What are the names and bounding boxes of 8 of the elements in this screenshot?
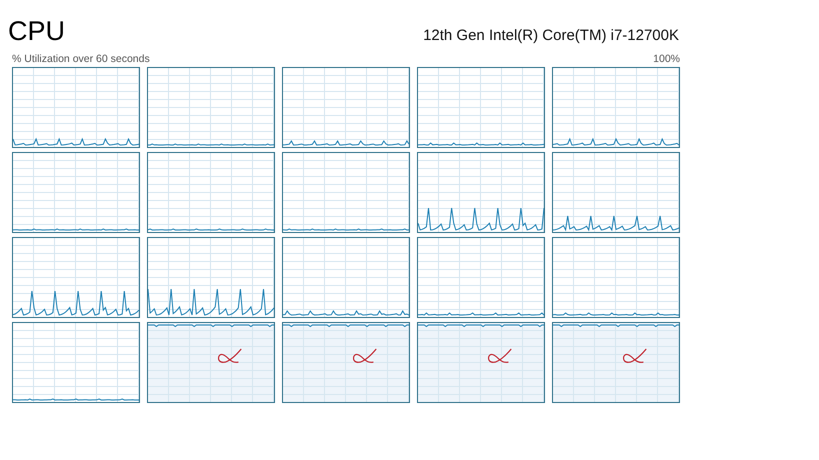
processor-name: 12th Gen Intel(R) Core(TM) i7-12700K bbox=[423, 27, 679, 44]
page-title: CPU bbox=[8, 15, 66, 48]
graph-max-label: 100% bbox=[653, 53, 680, 66]
graph-caption: % Utilization over 60 seconds bbox=[12, 53, 150, 66]
scribble-icon bbox=[621, 347, 649, 366]
scribble-icon bbox=[216, 347, 244, 366]
scribble-icon bbox=[351, 347, 379, 366]
scribble-icon bbox=[486, 347, 514, 366]
